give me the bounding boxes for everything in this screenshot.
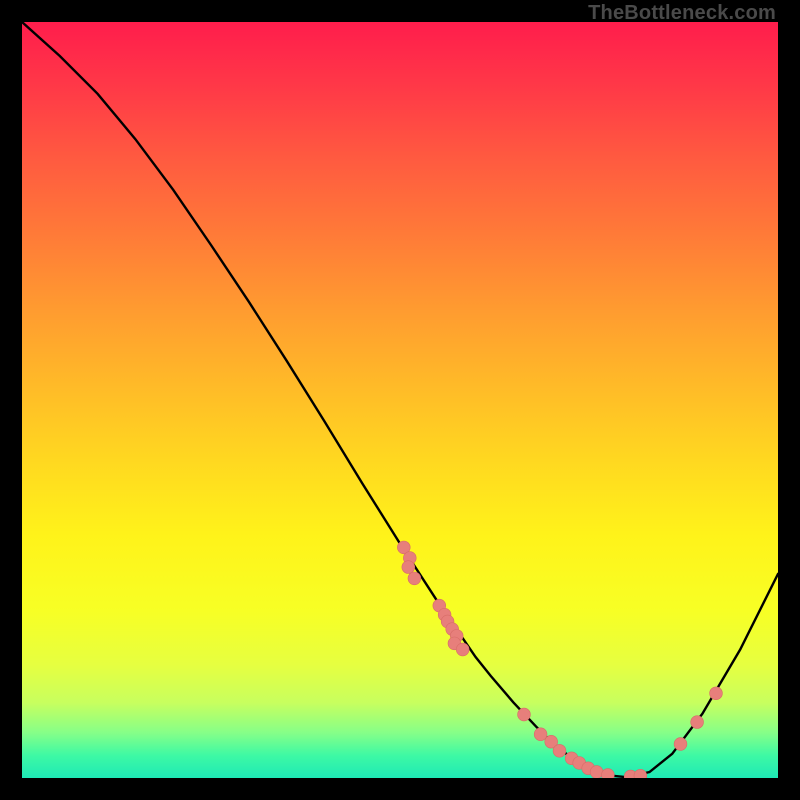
chart-svg (22, 22, 778, 778)
data-marker (456, 643, 469, 656)
bottleneck-curve (22, 22, 778, 777)
data-marker (674, 738, 687, 751)
data-marker (534, 728, 547, 741)
data-marker (634, 769, 647, 778)
data-marker (590, 766, 603, 778)
data-marker (518, 708, 531, 721)
data-marker (408, 572, 421, 585)
data-markers (397, 541, 722, 778)
data-marker (602, 769, 615, 778)
data-marker (402, 561, 415, 574)
data-marker (710, 687, 723, 700)
data-marker (553, 744, 566, 757)
data-marker (691, 716, 704, 729)
